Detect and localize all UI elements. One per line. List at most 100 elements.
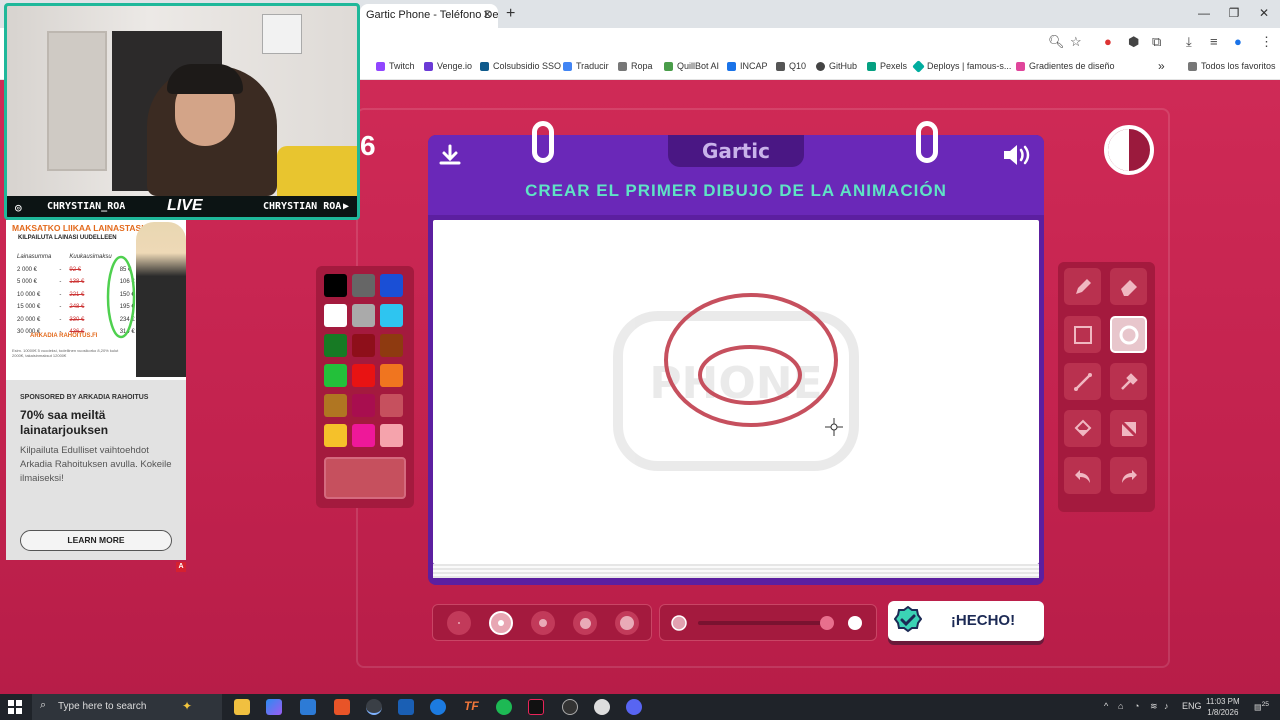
bookmark-twitch[interactable]: Twitch — [376, 61, 415, 71]
menu-kebab-icon[interactable]: ⋮ — [1260, 34, 1273, 50]
redo-icon — [1121, 469, 1137, 483]
brush-size-1[interactable] — [447, 611, 471, 635]
color-swatch[interactable] — [380, 394, 403, 417]
security-shield-icon[interactable] — [398, 699, 414, 715]
color-swatch[interactable] — [352, 424, 375, 447]
extension-icon[interactable]: ● — [1104, 34, 1112, 49]
tab-gartic-phone[interactable]: Gartic Phone - Teléfono Descom ✕ — [360, 4, 498, 28]
gartic-logo: Gartic — [668, 135, 804, 167]
pencil-tool[interactable] — [1064, 268, 1101, 305]
bookmark-ropa[interactable]: Ropa — [618, 61, 653, 71]
tray-wifi-icon[interactable]: ≋ — [1150, 701, 1158, 712]
round-number: 6 — [360, 130, 376, 161]
brush-size-selector — [432, 604, 652, 641]
youtube-icon: ▶ — [343, 201, 350, 212]
bookmark-github[interactable]: GitHub — [816, 61, 857, 71]
store-icon[interactable] — [300, 699, 316, 715]
close-window-button[interactable]: ✕ — [1254, 6, 1274, 20]
color-swatch[interactable] — [324, 334, 347, 357]
brave-icon[interactable] — [334, 699, 350, 715]
redo-tool[interactable] — [1110, 457, 1147, 494]
color-swatch[interactable] — [324, 424, 347, 447]
discord-icon[interactable] — [626, 699, 642, 715]
brush-size-3[interactable] — [531, 611, 555, 635]
tf-app-icon[interactable]: TF — [464, 699, 480, 715]
new-tab-button[interactable]: + — [506, 5, 515, 23]
volume-icon[interactable]: ♪ — [1164, 701, 1169, 711]
copilot-icon[interactable] — [266, 699, 282, 715]
brush-size-5[interactable] — [615, 611, 639, 635]
fill-tool[interactable] — [1064, 410, 1101, 447]
tab-close-icon[interactable]: ✕ — [483, 8, 492, 21]
more-bookmarks-chevron-icon[interactable]: » — [1158, 59, 1165, 73]
tiktok-icon[interactable] — [528, 699, 544, 715]
chrome-icon[interactable] — [366, 699, 382, 715]
crosshair-cursor-icon — [825, 418, 843, 436]
settings-gear-icon[interactable] — [594, 699, 610, 715]
eyedropper-tool[interactable] — [1110, 363, 1147, 400]
drawing-canvas[interactable]: PHONE — [433, 220, 1039, 564]
color-swatch[interactable] — [352, 274, 375, 297]
notebook-ring-right — [916, 121, 938, 163]
brush-size-2[interactable] — [489, 611, 513, 635]
taskbar-search-input[interactable]: ⌕ Type here to search ✦ — [32, 694, 222, 720]
obs-icon[interactable] — [562, 699, 578, 715]
color-swatch[interactable] — [352, 394, 375, 417]
downloads-icon[interactable]: ⤓ — [1186, 34, 1192, 50]
color-swatch[interactable] — [380, 424, 403, 447]
bookmark-star-icon[interactable]: ☆ — [1070, 34, 1082, 50]
windows-start-icon[interactable] — [8, 700, 22, 714]
taskbar-clock[interactable]: 11:03 PM 1/8/2026 — [1206, 696, 1240, 718]
color-swatch[interactable] — [352, 334, 375, 357]
adchoices-icon[interactable]: A — [176, 562, 186, 572]
bookmark-quillbot[interactable]: QuillBot AI — [664, 61, 719, 71]
extensions-puzzle-icon[interactable]: ⧉ — [1152, 34, 1161, 50]
extension-shield-icon[interactable]: ⬢ — [1128, 34, 1139, 50]
network-icon[interactable]: ◔ — [1134, 701, 1139, 711]
bookmark-venge[interactable]: Venge.io — [424, 61, 472, 71]
file-explorer-icon[interactable] — [234, 699, 250, 715]
bookmark-traducir[interactable]: Traducir — [563, 61, 609, 71]
tray-device-icon[interactable]: ⌂ — [1118, 701, 1123, 711]
eraser-tool[interactable] — [1110, 268, 1147, 305]
bookmark-gradientes[interactable]: Gradientes de diseño — [1016, 61, 1115, 71]
minimize-button[interactable]: — — [1194, 6, 1214, 20]
color-swatch[interactable] — [352, 364, 375, 387]
zoom-icon[interactable]: 🔍︎ — [1048, 34, 1065, 50]
notifications-icon[interactable]: ▤25 — [1254, 701, 1269, 712]
learn-more-button[interactable]: LEARN MORE — [20, 530, 172, 551]
bookmark-incap[interactable]: INCAP — [727, 61, 768, 71]
sponsored-ad[interactable]: MAKSATKO LIIKAA LAINASTASI? KILPAILUTA L… — [6, 220, 186, 560]
bookmark-pexels[interactable]: Pexels — [867, 61, 907, 71]
done-button[interactable]: ¡HECHO! — [888, 601, 1044, 641]
sound-icon[interactable] — [1002, 143, 1034, 167]
color-swatch[interactable] — [380, 364, 403, 387]
line-tool[interactable] — [1064, 363, 1101, 400]
media-controls-icon[interactable]: ≡ — [1210, 34, 1218, 49]
undo-tool[interactable] — [1064, 457, 1101, 494]
bookmark-q10[interactable]: Q10 — [776, 61, 806, 71]
color-swatch[interactable] — [380, 274, 403, 297]
color-swatch[interactable] — [324, 394, 347, 417]
color-swatch[interactable] — [380, 334, 403, 357]
firefox-icon[interactable] — [430, 699, 446, 715]
bookmark-colsubsidio[interactable]: Colsubsidio SSO — [480, 61, 561, 71]
color-swatch[interactable] — [380, 304, 403, 327]
language-indicator[interactable]: ENG — [1182, 701, 1202, 711]
tray-chevron-icon[interactable]: ^ — [1104, 701, 1108, 711]
spotify-icon[interactable] — [496, 699, 512, 715]
maximize-button[interactable]: ❐ — [1224, 6, 1244, 20]
color-swatch[interactable] — [324, 274, 347, 297]
color-swatch[interactable] — [352, 304, 375, 327]
color-swatch[interactable] — [324, 364, 347, 387]
ellipse-tool[interactable] — [1110, 316, 1147, 353]
all-bookmarks-folder[interactable]: Todos los favoritos — [1188, 61, 1276, 71]
profile-avatar-icon[interactable]: ● — [1234, 34, 1242, 49]
brush-size-4[interactable] — [573, 611, 597, 635]
clear-tool[interactable] — [1110, 410, 1147, 447]
bookmark-deploys[interactable]: Deploys | famous-s... — [912, 59, 1011, 73]
rectangle-tool[interactable] — [1064, 316, 1101, 353]
opacity-slider[interactable] — [659, 604, 877, 641]
color-swatch[interactable] — [324, 304, 347, 327]
download-icon[interactable] — [438, 143, 462, 167]
